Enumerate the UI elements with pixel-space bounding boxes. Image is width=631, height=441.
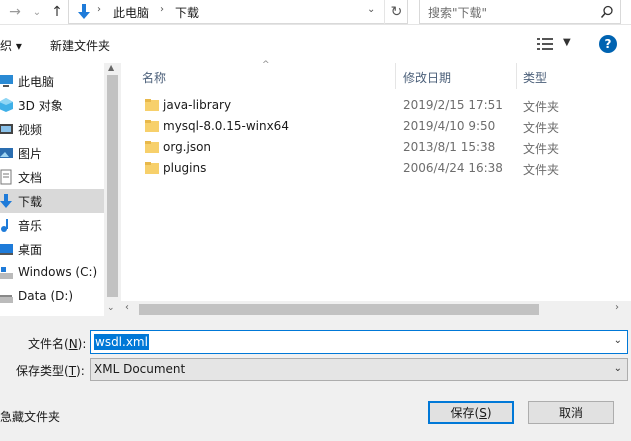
nav-label: Windows (C:) [18,265,98,279]
nav-label: Data (D:) [18,289,74,303]
address-bar: → ⌄ ↑ › 此电脑 › 下载 ⌄ ↻ 搜索"下载" [0,0,631,25]
forward-arrow-icon[interactable]: → [6,3,24,21]
downloads-folder-icon [78,4,90,19]
chevron-down-icon[interactable]: ⌄ [614,335,622,346]
column-header-type[interactable]: 类型 [523,69,547,86]
drive-icon [0,295,13,303]
downloads-icon [0,194,12,208]
file-type: 文件夹 [523,100,560,114]
folder-icon [145,120,159,132]
nav-item-videos[interactable]: 视频 [0,117,104,141]
filetype-select[interactable]: XML Document ⌄ [90,358,628,381]
filetype-label: 保存类型(T): [16,364,85,378]
documents-icon [0,169,12,185]
column-divider[interactable] [516,63,517,89]
list-item[interactable]: mysql-8.0.15-winx64 2019/4/10 9:50 文件夹 [121,116,631,137]
file-date: 2019/4/10 9:50 [403,119,496,133]
file-date: 2006/4/24 16:38 [403,161,503,175]
pictures-icon [0,148,13,158]
path-dropdown-icon[interactable]: ⌄ [367,4,375,15]
folder-icon [145,141,159,153]
command-bar: 织 ▾ 新建文件夹 ▼ ? [0,25,631,63]
file-type: 文件夹 [523,163,560,177]
horizontal-scrollbar[interactable]: ‹ › [121,301,631,318]
view-mode-icon[interactable] [536,37,554,51]
horizontal-scroll-thumb[interactable] [139,304,539,315]
nav-item-music[interactable]: 音乐 [0,213,104,237]
refresh-icon: ↻ [390,4,403,20]
chevron-down-icon[interactable]: ⌄ [614,363,622,374]
nav-label: 此电脑 [18,75,55,89]
file-name: java-library [163,98,232,112]
nav-scrollbar[interactable]: ▲ ⌄ [104,63,121,316]
nav-item-downloads[interactable]: 下载 [0,189,104,213]
nav-item-data-d[interactable]: Data (D:) [0,285,104,309]
nav-label: 桌面 [18,243,43,257]
nav-label: 下载 [18,195,43,209]
list-item[interactable]: java-library 2019/2/15 17:51 文件夹 [121,95,631,116]
scroll-down-icon[interactable]: ⌄ [107,303,115,313]
breadcrumb-this-pc[interactable]: 此电脑 [113,4,149,21]
navigation-pane: 此电脑 3D 对象 视频 图片 文档 下载 音乐 桌面 Windows (C:)… [0,63,104,316]
file-name: plugins [163,161,207,175]
nav-label: 视频 [18,123,43,137]
breadcrumb[interactable]: › 此电脑 › 下载 ⌄ [68,0,408,24]
nav-label: 文档 [18,171,43,185]
sort-ascending-icon: ^ [262,60,270,70]
nav-item-windows-c[interactable]: Windows (C:) [0,261,104,285]
column-header-name[interactable]: 名称 [142,69,166,86]
file-name: org.json [163,140,212,154]
list-item[interactable]: org.json 2013/8/1 15:38 文件夹 [121,137,631,158]
file-type: 文件夹 [523,142,560,156]
nav-item-desktop[interactable]: 桌面 [0,237,104,261]
scroll-left-icon[interactable]: ‹ [125,302,129,313]
file-name: mysql-8.0.15-winx64 [163,119,289,133]
refresh-button[interactable]: ↻ [384,0,408,24]
up-arrow-icon[interactable]: ↑ [48,3,66,21]
organize-button[interactable]: 织 ▾ [0,37,22,54]
nav-label: 音乐 [18,219,43,233]
file-date: 2019/2/15 17:51 [403,98,503,112]
recent-locations-chevron-icon[interactable]: ⌄ [28,3,46,21]
nav-label: 图片 [18,147,43,161]
music-icon [1,219,8,232]
nav-scroll-thumb[interactable] [107,75,118,297]
file-date: 2013/8/1 15:38 [403,140,496,154]
nav-item-documents[interactable]: 文档 [0,165,104,189]
search-input[interactable]: 搜索"下载" [419,0,621,24]
file-list: ^ 名称 修改日期 类型 java-library 2019/2/15 17:5… [121,60,631,316]
breadcrumb-separator-icon: › [160,4,164,15]
computer-icon [0,75,13,87]
column-divider[interactable] [395,63,396,89]
help-icon[interactable]: ? [599,35,617,53]
nav-label: 3D 对象 [18,99,63,113]
save-button[interactable]: 保存(S) [428,401,514,424]
view-mode-dropdown-icon[interactable]: ▼ [563,37,571,48]
nav-item-this-pc[interactable]: 此电脑 [0,69,104,93]
file-type: 文件夹 [523,121,560,135]
filename-input[interactable]: wsdl.xml ⌄ [90,330,628,354]
scroll-right-icon[interactable]: › [615,302,619,313]
filename-label: 文件名(N): [28,337,87,351]
3d-objects-icon [0,98,13,112]
video-icon [0,124,13,134]
breadcrumb-separator-icon: › [97,4,101,15]
list-item[interactable]: plugins 2006/4/24 16:38 文件夹 [121,158,631,179]
column-header-date[interactable]: 修改日期 [403,69,451,86]
nav-item-3d-objects[interactable]: 3D 对象 [0,93,104,117]
drive-icon [0,267,13,279]
scroll-up-icon[interactable]: ▲ [108,63,114,72]
nav-item-pictures[interactable]: 图片 [0,141,104,165]
folder-icon [145,162,159,174]
cancel-button[interactable]: 取消 [528,401,614,424]
folder-icon [145,99,159,111]
search-icon [600,5,613,18]
filename-value[interactable]: wsdl.xml [94,334,149,350]
search-placeholder: 搜索"下载" [428,6,488,20]
new-folder-button[interactable]: 新建文件夹 [50,37,110,54]
breadcrumb-downloads[interactable]: 下载 [175,4,199,21]
hide-folders-toggle[interactable]: 急藏文件夹 [0,408,60,425]
desktop-icon [0,244,13,255]
filetype-value: XML Document [94,362,186,376]
